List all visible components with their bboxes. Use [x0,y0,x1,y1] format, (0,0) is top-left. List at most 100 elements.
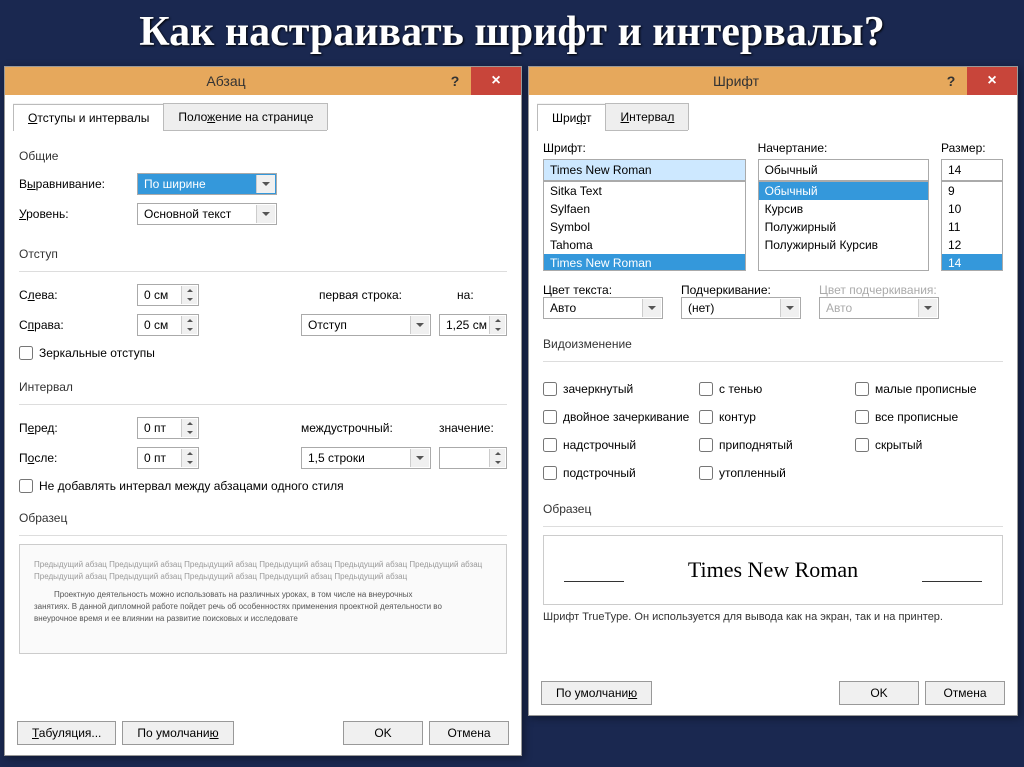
style-listbox[interactable]: Обычный Курсив Полужирный Полужирный Кур… [758,181,929,271]
tab-indents[interactable]: Отступы и интервалы [13,104,164,131]
before-spinner[interactable]: 0 пт [137,417,199,439]
no-space-checkbox[interactable]: Не добавлять интервал между абзацами одн… [19,479,507,493]
list-item[interactable]: 10 [942,200,1002,218]
level-label: Уровень: [19,207,129,221]
by-spinner[interactable]: 1,25 см [439,314,507,336]
spin-up-icon[interactable] [489,316,505,325]
tabulation-button[interactable]: Табуляция... [17,721,116,745]
help-button[interactable]: ? [439,67,471,95]
superscript-checkbox[interactable]: надстрочный [543,438,691,452]
group-general: Общие [19,149,507,163]
shadow-checkbox[interactable]: с тенью [699,382,847,396]
level-combo[interactable]: Основной текст [137,203,277,225]
list-item[interactable]: Обычный [759,182,928,200]
cancel-button[interactable]: Отмена [925,681,1005,705]
font-textbox[interactable]: Times New Roman [543,159,746,181]
indent-right-spinner[interactable]: 0 см [137,314,199,336]
after-label: После: [19,451,129,465]
list-item[interactable]: 9 [942,182,1002,200]
titlebar: Шрифт ? × [529,67,1017,95]
mirror-indent-checkbox[interactable]: Зеркальные отступы [19,346,507,360]
list-item[interactable]: 11 [942,218,1002,236]
help-button[interactable]: ? [935,67,967,95]
by-label: на: [457,288,507,302]
preview-box: Предыдущий абзац Предыдущий абзац Предыд… [19,544,507,654]
list-item[interactable]: Tahoma [544,236,745,254]
before-label: Перед: [19,421,129,435]
at-label: значение: [439,421,507,435]
size-textbox[interactable]: 14 [941,159,1003,181]
titlebar: Абзац ? × [5,67,521,95]
underline-combo[interactable]: (нет) [681,297,801,319]
font-dialog: Шрифт ? × Шрифт Интервал Шрифт: Times Ne… [528,66,1018,716]
ok-button[interactable]: OK [343,721,423,745]
spin-down-icon[interactable] [181,325,197,334]
tab-position[interactable]: Положение на странице [163,103,328,130]
line-label: междустрочный: [301,421,431,435]
dblstrike-checkbox[interactable]: двойное зачеркивание [543,410,691,424]
ok-button[interactable]: OK [839,681,919,705]
size-label: Размер: [941,141,1003,155]
strike-checkbox[interactable]: зачеркнутый [543,382,691,396]
default-button[interactable]: По умолчанию [122,721,233,745]
firstline-combo[interactable]: Отступ [301,314,431,336]
group-effects: Видоизменение [543,337,1003,351]
line-spacing-combo[interactable]: 1,5 строки [301,447,431,469]
hidden-checkbox[interactable]: скрытый [855,438,1003,452]
size-listbox[interactable]: 9 10 11 12 14 [941,181,1003,271]
after-spinner[interactable]: 0 пт [137,447,199,469]
list-item[interactable]: Times New Roman [544,254,745,271]
indent-left-label: Слева: [19,288,129,302]
firstline-label: первая строка: [319,288,449,302]
align-label: Выравнивание: [19,177,129,191]
group-preview: Образец [19,511,507,525]
dialog-title: Абзац [13,73,439,89]
font-listbox[interactable]: Sitka Text Sylfaen Symbol Tahoma Times N… [543,181,746,271]
spin-down-icon[interactable] [181,295,197,304]
subscript-checkbox[interactable]: подстрочный [543,466,691,480]
group-sample: Образец [543,502,1003,516]
indent-left-spinner[interactable]: 0 см [137,284,199,306]
dialog-title: Шрифт [537,73,935,89]
list-item[interactable]: Sitka Text [544,182,745,200]
cancel-button[interactable]: Отмена [429,721,509,745]
underline-label: Подчеркивание: [681,283,801,297]
list-item[interactable]: Полужирный [759,218,928,236]
dialogs-container: Абзац ? × Отступы и интервалы Положение … [0,66,1024,756]
list-item[interactable]: Sylfaen [544,200,745,218]
spin-down-icon[interactable] [489,325,505,334]
group-spacing: Интервал [19,380,507,394]
list-item[interactable]: Курсив [759,200,928,218]
emboss-checkbox[interactable]: приподнятый [699,438,847,452]
smallcaps-checkbox[interactable]: малые прописные [855,382,1003,396]
list-item[interactable]: Полужирный Курсив [759,236,928,254]
list-item[interactable]: Symbol [544,218,745,236]
ulcolor-combo: Авто [819,297,939,319]
list-item[interactable]: 14 [942,254,1002,271]
font-info: Шрифт TrueType. Он используется для выво… [543,611,1003,623]
indent-right-label: Справа: [19,318,129,332]
sample-box: Times New Roman [543,535,1003,605]
default-button[interactable]: По умолчанию [541,681,652,705]
style-textbox[interactable]: Обычный [758,159,929,181]
tabs: Шрифт Интервал [537,103,688,131]
spin-up-icon[interactable] [181,286,197,295]
font-label: Шрифт: [543,141,746,155]
textcolor-label: Цвет текста: [543,283,663,297]
outline-checkbox[interactable]: контур [699,410,847,424]
allcaps-checkbox[interactable]: все прописные [855,410,1003,424]
close-button[interactable]: × [471,67,521,95]
at-spinner[interactable] [439,447,507,469]
style-label: Начертание: [758,141,929,155]
tabs: Отступы и интервалы Положение на страниц… [13,103,327,131]
spin-up-icon[interactable] [181,316,197,325]
textcolor-combo[interactable]: Авто [543,297,663,319]
align-combo[interactable]: По ширине [137,173,277,195]
tab-font[interactable]: Шрифт [537,104,606,131]
list-item[interactable]: 12 [942,236,1002,254]
close-button[interactable]: × [967,67,1017,95]
paragraph-dialog: Абзац ? × Отступы и интервалы Положение … [4,66,522,756]
engrave-checkbox[interactable]: утопленный [699,466,847,480]
tab-advanced[interactable]: Интервал [605,103,689,130]
ulcolor-label: Цвет подчеркивания: [819,283,939,297]
